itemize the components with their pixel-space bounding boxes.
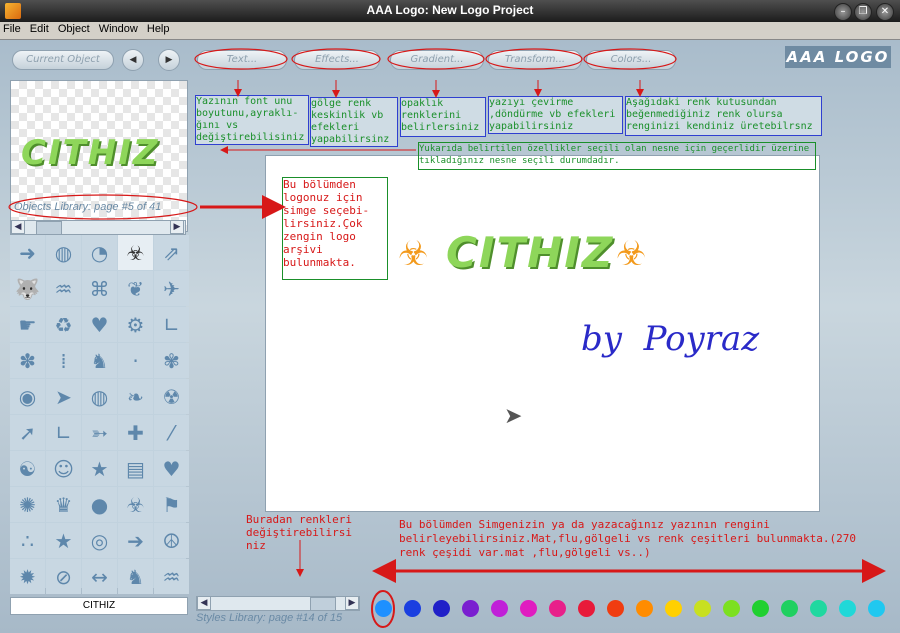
color-swatch[interactable] xyxy=(752,600,769,617)
styles-scroll-left[interactable]: ◀ xyxy=(197,596,211,610)
swatch-ellipse xyxy=(371,590,395,628)
color-swatch[interactable] xyxy=(549,600,566,617)
color-swatch[interactable] xyxy=(868,600,885,617)
styles-scroll-right[interactable]: ▶ xyxy=(345,596,359,610)
color-swatch[interactable] xyxy=(839,600,856,617)
close-button[interactable]: ✕ xyxy=(876,3,894,21)
main-area: Current Object ◀ ▶ Text... Effects... Gr… xyxy=(0,40,900,633)
menu-bar: File Edit Object Window Help xyxy=(0,22,900,40)
color-swatch[interactable] xyxy=(491,600,508,617)
color-swatch[interactable] xyxy=(665,600,682,617)
annotation-arrows xyxy=(200,80,886,583)
styles-library-caption: Styles Library: page #14 of 15 xyxy=(196,612,343,624)
minimize-button[interactable]: – xyxy=(834,3,852,21)
color-swatch[interactable] xyxy=(404,600,421,617)
color-swatch[interactable] xyxy=(810,600,827,617)
color-swatch[interactable] xyxy=(433,600,450,617)
color-swatch[interactable] xyxy=(520,600,537,617)
color-swatch[interactable] xyxy=(781,600,798,617)
title-bar: AAA Logo: New Logo Project – ❐ ✕ xyxy=(0,0,900,22)
color-swatch[interactable] xyxy=(607,600,624,617)
menu-edit[interactable]: Edit xyxy=(27,22,52,36)
color-swatch[interactable] xyxy=(694,600,711,617)
menu-window[interactable]: Window xyxy=(96,22,141,36)
menu-help[interactable]: Help xyxy=(144,22,173,36)
color-swatch[interactable] xyxy=(462,600,479,617)
color-swatch[interactable] xyxy=(723,600,740,617)
color-swatch[interactable] xyxy=(636,600,653,617)
styles-scroll-thumb[interactable] xyxy=(310,597,336,611)
maximize-button[interactable]: ❐ xyxy=(854,3,872,21)
menu-file[interactable]: File xyxy=(0,22,24,36)
menu-object[interactable]: Object xyxy=(55,22,93,36)
color-swatch[interactable] xyxy=(578,600,595,617)
window-title: AAA Logo: New Logo Project xyxy=(366,3,534,17)
